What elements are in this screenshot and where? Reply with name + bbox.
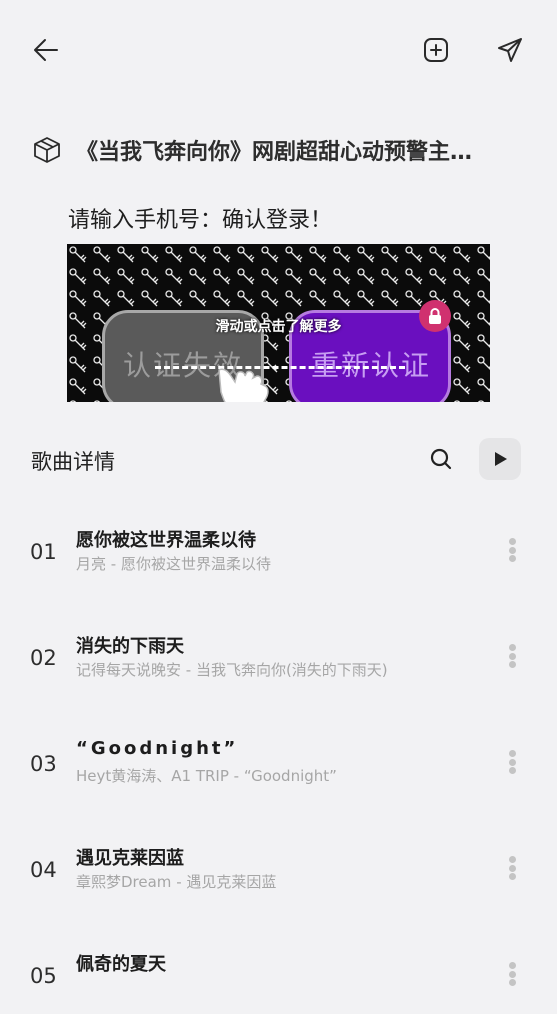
back-button[interactable] bbox=[26, 30, 66, 70]
song-row[interactable]: 02 消失的下雨天 记得每天说晚安 - 当我飞奔向你(消失的下雨天) bbox=[0, 616, 557, 696]
song-row[interactable]: 05 佩奇的夏天 bbox=[0, 934, 557, 1014]
dot-icon bbox=[508, 758, 516, 766]
paper-plane-icon bbox=[498, 38, 522, 62]
song-number: 02 bbox=[30, 646, 57, 670]
dot-icon bbox=[508, 767, 516, 774]
song-title: “Goodnight” bbox=[76, 738, 239, 759]
dot-icon bbox=[508, 750, 516, 757]
playlist-title-row: 《当我飞奔向你》网剧超甜心动预警主… bbox=[30, 130, 530, 170]
dot-icon bbox=[508, 970, 516, 978]
swipe-track bbox=[155, 366, 405, 369]
song-artist-album: 记得每天说晚安 - 当我飞奔向你(消失的下雨天) bbox=[76, 661, 388, 679]
box-icon bbox=[30, 133, 64, 167]
dot-icon bbox=[508, 538, 516, 545]
lock-icon bbox=[419, 300, 451, 332]
song-number: 01 bbox=[30, 540, 57, 564]
play-icon bbox=[495, 452, 507, 466]
song-row[interactable]: 03 “Goodnight” Heyt黄海涛、A1 TRIP - “Goodni… bbox=[0, 722, 557, 802]
song-row[interactable]: 04 遇见克莱因蓝 章熙梦Dream - 遇见克莱因蓝 bbox=[0, 828, 557, 908]
song-artist-album: 章熙梦Dream - 遇见克莱因蓝 bbox=[76, 873, 277, 891]
dot-icon bbox=[508, 555, 516, 562]
play-all-button[interactable] bbox=[479, 438, 521, 480]
share-button[interactable] bbox=[490, 30, 530, 70]
dot-icon bbox=[508, 962, 516, 969]
playlist-title: 《当我飞奔向你》网剧超甜心动预警主… bbox=[76, 140, 473, 165]
arrow-left-icon bbox=[34, 39, 58, 61]
more-options-button[interactable] bbox=[497, 532, 527, 568]
search-icon bbox=[430, 448, 452, 470]
dot-icon bbox=[508, 864, 516, 872]
search-button[interactable] bbox=[422, 440, 460, 478]
plus-square-icon bbox=[424, 38, 448, 62]
hand-pointer-icon bbox=[218, 368, 269, 402]
dot-icon bbox=[508, 856, 516, 863]
song-details-header: 歌曲详情 bbox=[31, 438, 521, 480]
add-button[interactable] bbox=[416, 30, 456, 70]
song-number: 04 bbox=[30, 858, 57, 882]
verification-banner[interactable]: 认证失效 重新认证 滑动或点击了解更多 bbox=[67, 244, 490, 402]
song-number: 03 bbox=[30, 752, 57, 776]
top-bar bbox=[0, 0, 557, 100]
song-row[interactable]: 01 愿你被这世界温柔以待 月亮 - 愿你被这世界温柔以待 bbox=[0, 510, 557, 590]
more-options-button[interactable] bbox=[497, 638, 527, 674]
song-artist-album: 月亮 - 愿你被这世界温柔以待 bbox=[76, 555, 271, 573]
dot-icon bbox=[508, 644, 516, 651]
more-options-button[interactable] bbox=[497, 744, 527, 780]
dot-icon bbox=[508, 661, 516, 668]
dot-icon bbox=[508, 873, 516, 880]
more-options-button[interactable] bbox=[497, 956, 527, 992]
login-prompt: 请输入手机号：确认登录！ bbox=[68, 208, 333, 233]
reverify-label: 重新认证 bbox=[311, 349, 432, 382]
song-title: 消失的下雨天 bbox=[76, 636, 184, 657]
dot-icon bbox=[508, 652, 516, 660]
more-options-button[interactable] bbox=[497, 850, 527, 886]
song-artist-album: Heyt黄海涛、A1 TRIP - “Goodnight” bbox=[76, 767, 337, 785]
section-title: 歌曲详情 bbox=[31, 450, 115, 474]
dot-icon bbox=[508, 979, 516, 986]
song-number: 05 bbox=[30, 964, 57, 988]
song-title: 遇见克莱因蓝 bbox=[76, 848, 184, 869]
song-title: 愿你被这世界温柔以待 bbox=[76, 530, 256, 551]
dot-icon bbox=[508, 546, 516, 554]
song-title: 佩奇的夏天 bbox=[76, 954, 166, 975]
